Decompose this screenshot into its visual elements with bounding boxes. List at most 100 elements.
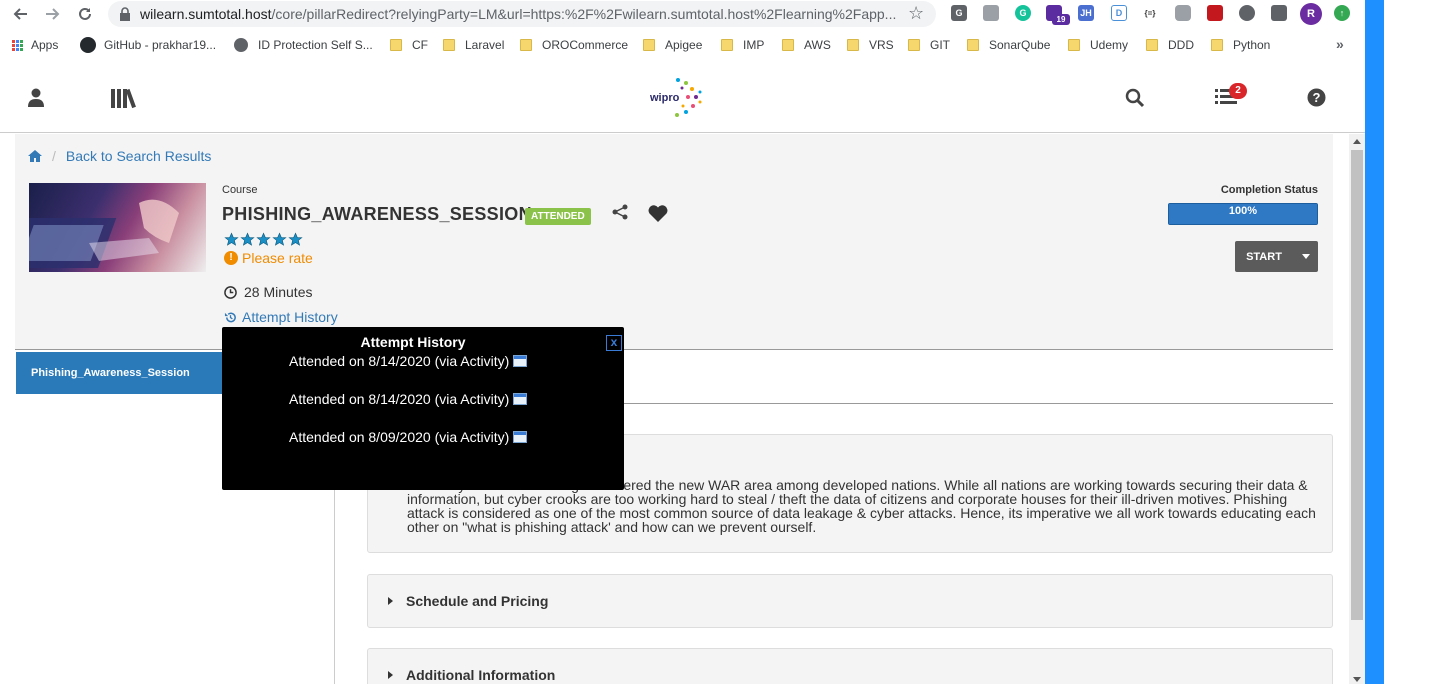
folder-icon bbox=[443, 39, 455, 51]
accordion-title: Schedule and Pricing bbox=[406, 593, 549, 609]
attempt-history-label: Attempt History bbox=[242, 309, 338, 325]
bookmark-udemy[interactable]: Udemy bbox=[1068, 37, 1128, 53]
accordion-title: Additional Information bbox=[406, 667, 556, 683]
rating-stars[interactable] bbox=[224, 232, 303, 247]
attempt-text: Attended on 8/09/2020 (via Activity) bbox=[289, 429, 510, 445]
course-duration: 28 Minutes bbox=[224, 284, 312, 300]
star-icon[interactable] bbox=[272, 232, 287, 247]
bookmark-label: Laravel bbox=[465, 38, 505, 52]
back-to-search-link[interactable]: Back to Search Results bbox=[66, 148, 212, 164]
back-arrow-icon[interactable] bbox=[9, 3, 31, 25]
puzzle-extensions-icon[interactable] bbox=[1271, 5, 1287, 21]
extension-json-icon[interactable]: {=} bbox=[1142, 5, 1158, 21]
bookmark-github[interactable]: GitHub - prakhar19... bbox=[80, 37, 216, 53]
progress-percent: 100% bbox=[1228, 205, 1258, 217]
share-icon[interactable] bbox=[612, 204, 628, 225]
bookmark-git[interactable]: GIT bbox=[908, 37, 950, 53]
extension-jh-icon[interactable]: JH bbox=[1078, 5, 1094, 21]
bookmark-label: Apps bbox=[31, 38, 59, 52]
user-icon[interactable] bbox=[28, 88, 44, 113]
star-icon[interactable] bbox=[288, 232, 303, 247]
sidebar-item-phishing-session[interactable]: Phishing_Awareness_Session bbox=[16, 352, 222, 394]
bookmark-orocommerce[interactable]: OROCommerce bbox=[520, 37, 628, 53]
star-icon[interactable] bbox=[224, 232, 239, 247]
apps-grid-icon bbox=[12, 39, 23, 51]
page-scrollbar[interactable] bbox=[1349, 134, 1365, 684]
attempt-row: Attended on 8/09/2020 (via Activity) bbox=[289, 429, 528, 445]
bookmark-label: GitHub - prakhar19... bbox=[104, 38, 217, 52]
lock-icon bbox=[120, 7, 130, 21]
scroll-down-arrow-icon[interactable] bbox=[1353, 677, 1361, 682]
accordion-additional-info[interactable]: Additional Information bbox=[367, 648, 1333, 684]
update-arrow-icon[interactable]: ↑ bbox=[1334, 5, 1350, 21]
library-icon[interactable] bbox=[110, 87, 138, 114]
scroll-up-arrow-icon[interactable] bbox=[1353, 139, 1361, 144]
bookmark-apps[interactable]: Apps bbox=[12, 37, 58, 53]
folder-icon bbox=[782, 39, 794, 51]
course-title: PHISHING_AWARENESS_SESSION bbox=[222, 204, 532, 224]
folder-icon bbox=[1068, 39, 1080, 51]
url-text: wilearn.sumtotal.host/core/pillarRedirec… bbox=[140, 6, 900, 22]
bookmark-python[interactable]: Python bbox=[1211, 37, 1270, 53]
help-icon[interactable]: ? bbox=[1307, 88, 1326, 112]
bookmark-apigee[interactable]: Apigee bbox=[643, 37, 702, 53]
bookmark-cf[interactable]: CF bbox=[390, 37, 428, 53]
url-host: wilearn.sumtotal.host bbox=[140, 6, 272, 22]
bookmark-laravel[interactable]: Laravel bbox=[443, 37, 504, 53]
attempt-row: Attended on 8/14/2020 (via Activity) bbox=[289, 391, 528, 407]
close-icon[interactable]: x bbox=[606, 335, 622, 351]
attempt-text: Attended on 8/14/2020 (via Activity) bbox=[289, 391, 510, 407]
favorite-heart-icon[interactable] bbox=[648, 205, 668, 227]
please-rate-prompt[interactable]: ! Please rate bbox=[224, 250, 313, 266]
star-icon[interactable] bbox=[256, 232, 271, 247]
camera-icon[interactable] bbox=[1175, 5, 1191, 21]
more-bookmarks-chevron[interactable]: » bbox=[1336, 36, 1344, 52]
course-type-label: Course bbox=[222, 184, 258, 196]
address-bar[interactable]: wilearn.sumtotal.host/core/pillarRedirec… bbox=[108, 1, 936, 27]
svg-text:?: ? bbox=[1313, 90, 1321, 105]
forward-arrow-icon[interactable] bbox=[42, 3, 64, 25]
accordion-schedule-pricing[interactable]: Schedule and Pricing bbox=[367, 574, 1333, 628]
caret-right-icon bbox=[388, 597, 393, 605]
bookmark-label: CF bbox=[412, 38, 428, 52]
extension-d-icon[interactable]: D bbox=[1111, 5, 1127, 21]
course-header-panel bbox=[15, 134, 1333, 349]
bookmark-imp[interactable]: IMP bbox=[721, 37, 764, 53]
notification-badge: 2 bbox=[1229, 83, 1247, 99]
calendar-icon[interactable] bbox=[513, 355, 528, 367]
attempt-history-link[interactable]: Attempt History bbox=[224, 309, 338, 325]
start-button[interactable]: START bbox=[1235, 241, 1318, 272]
folder-icon bbox=[721, 39, 733, 51]
bookmark-ddd[interactable]: DDD bbox=[1146, 37, 1194, 53]
bookmark-aws[interactable]: AWS bbox=[782, 37, 831, 53]
profile-avatar[interactable]: R bbox=[1300, 3, 1322, 25]
grammarly-icon[interactable]: G bbox=[1015, 5, 1031, 21]
calendar-icon[interactable] bbox=[513, 393, 528, 405]
extension-circle-icon[interactable] bbox=[1239, 5, 1255, 21]
bookmark-id-protection[interactable]: ID Protection Self S... bbox=[234, 37, 373, 53]
extension-g-icon[interactable]: G bbox=[951, 5, 967, 21]
home-icon[interactable] bbox=[28, 150, 42, 162]
attempt-history-popup: Attempt History x Attended on 8/14/2020 … bbox=[222, 327, 624, 490]
bookmark-label: Apigee bbox=[665, 38, 703, 52]
extension-office-icon[interactable] bbox=[983, 5, 999, 21]
bookmark-sonarqube[interactable]: SonarQube bbox=[967, 37, 1050, 53]
bookmark-vrs[interactable]: VRS bbox=[847, 37, 894, 53]
folder-icon bbox=[390, 39, 402, 51]
course-thumbnail bbox=[29, 183, 206, 272]
bookmark-label: OROCommerce bbox=[542, 38, 629, 52]
wipro-logo: wipro bbox=[648, 75, 704, 124]
calendar-icon[interactable] bbox=[513, 431, 528, 443]
bookmark-label: GIT bbox=[930, 38, 950, 52]
bookmark-star-icon[interactable]: ☆ bbox=[908, 3, 924, 24]
reload-icon[interactable] bbox=[74, 3, 96, 25]
pdf-icon[interactable] bbox=[1207, 5, 1223, 21]
folder-icon bbox=[643, 39, 655, 51]
scroll-thumb[interactable] bbox=[1351, 150, 1363, 620]
chevron-down-icon[interactable] bbox=[1293, 241, 1318, 272]
star-icon[interactable] bbox=[240, 232, 255, 247]
desktop-background bbox=[1384, 0, 1429, 684]
search-icon[interactable] bbox=[1125, 88, 1145, 113]
folder-icon bbox=[1211, 39, 1223, 51]
folder-icon bbox=[967, 39, 979, 51]
